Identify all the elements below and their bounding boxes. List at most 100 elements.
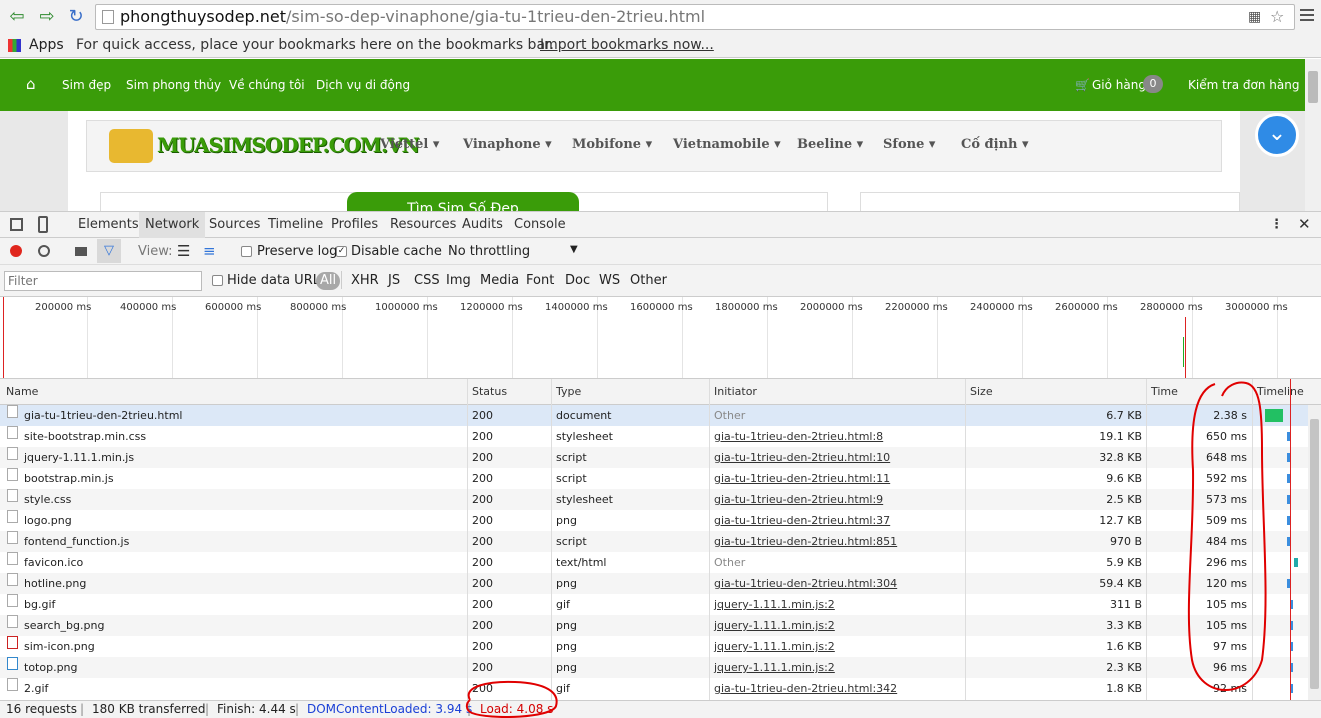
menu-vietnamobile[interactable]: Vietnamobile ▾ (673, 137, 781, 152)
menu-vinaphone[interactable]: Vinaphone ▾ (463, 137, 552, 152)
filter-input[interactable] (4, 271, 202, 291)
apps-link[interactable]: Apps (29, 34, 64, 56)
request-initiator[interactable]: gia-tu-1trieu-den-2trieu.html:11 (714, 468, 890, 489)
camera-icon[interactable] (75, 247, 87, 256)
menu-icon[interactable] (1300, 8, 1314, 22)
filter-xhr[interactable]: XHR (351, 273, 379, 288)
table-row[interactable]: bg.gif 200 gif jquery-1.11.1.min.js:2 311 B 1… (0, 594, 1321, 615)
tab-elements[interactable]: Elements (78, 217, 139, 232)
menu-viettel[interactable]: Viettel ▾ (380, 137, 439, 152)
tab-console[interactable]: Console (514, 217, 566, 232)
nav-dich-vu[interactable]: Dịch vụ di động (316, 78, 410, 92)
request-initiator[interactable]: jquery-1.11.1.min.js:2 (714, 594, 835, 615)
request-initiator[interactable]: gia-tu-1trieu-den-2trieu.html:851 (714, 531, 897, 552)
filter-icon[interactable]: ▽ (97, 239, 121, 263)
tab-resources[interactable]: Resources (390, 217, 456, 232)
table-row[interactable]: jquery-1.11.1.min.js 200 script gia-tu-1tri… (0, 447, 1321, 468)
request-initiator[interactable]: gia-tu-1trieu-den-2trieu.html:10 (714, 447, 890, 468)
nav-sim-phong-thuy[interactable]: Sim phong thủy (126, 78, 221, 92)
tab-sources[interactable]: Sources (209, 217, 260, 232)
table-row[interactable]: bootstrap.min.js 200 script gia-tu-1trieu-d… (0, 468, 1321, 489)
table-row[interactable]: totop.png 200 png jquery-1.11.1.min.js:2 2.3… (0, 657, 1321, 678)
device-mode-icon[interactable] (38, 216, 48, 233)
menu-co-dinh[interactable]: Cố định ▾ (961, 137, 1029, 152)
page-scrollbar-thumb[interactable] (1308, 71, 1318, 103)
filter-ws[interactable]: WS (599, 273, 620, 288)
throttling-dropdown-icon[interactable]: ▼ (570, 244, 578, 255)
table-row[interactable]: hotline.png 200 png gia-tu-1trieu-den-2trie… (0, 573, 1321, 594)
table-row[interactable]: search_bg.png 200 png jquery-1.11.1.min.js:… (0, 615, 1321, 636)
address-bar[interactable]: phongthuysodep.net/sim-so-dep-vinaphone/… (95, 4, 1295, 30)
disable-cache-checkbox[interactable]: ✓ (336, 246, 347, 257)
record-icon[interactable] (10, 245, 22, 257)
close-icon[interactable]: ✕ (1298, 215, 1311, 233)
table-row[interactable]: gia-tu-1trieu-den-2trieu.html 200 document… (0, 405, 1321, 426)
page-scrollbar[interactable] (1305, 59, 1321, 211)
table-row[interactable]: logo.png 200 png gia-tu-1trieu-den-2trieu.h… (0, 510, 1321, 531)
menu-beeline[interactable]: Beeline ▾ (797, 137, 863, 152)
table-row[interactable]: 2.gif 200 gif gia-tu-1trieu-den-2trieu.html… (0, 678, 1321, 699)
menu-mobifone[interactable]: Mobifone ▾ (572, 137, 652, 152)
large-rows-icon[interactable]: ☰ (177, 242, 190, 260)
inspect-icon[interactable] (10, 218, 23, 231)
request-initiator[interactable]: gia-tu-1trieu-den-2trieu.html:9 (714, 489, 883, 510)
filter-all[interactable]: All (316, 272, 341, 290)
filter-font[interactable]: Font (526, 273, 554, 288)
home-icon[interactable]: ⌂ (26, 75, 36, 93)
table-scrollbar-thumb[interactable] (1310, 419, 1319, 689)
table-row[interactable]: fontend_function.js 200 script gia-tu-1trie… (0, 531, 1321, 552)
order-check-link[interactable]: Kiểm tra đơn hàng (1188, 78, 1299, 92)
import-bookmarks-link[interactable]: Import bookmarks now... (540, 34, 714, 56)
filter-other[interactable]: Other (630, 273, 667, 288)
clear-icon[interactable] (38, 245, 50, 257)
col-name[interactable]: Name (6, 385, 38, 398)
apps-grid-icon[interactable] (8, 39, 21, 52)
filter-doc[interactable]: Doc (565, 273, 590, 288)
request-initiator[interactable]: gia-tu-1trieu-den-2trieu.html:37 (714, 510, 890, 531)
network-overview[interactable]: 200000 ms 400000 ms 600000 ms 800000 ms 1000… (0, 297, 1321, 379)
request-initiator[interactable]: jquery-1.11.1.min.js:2 (714, 615, 835, 636)
col-initiator[interactable]: Initiator (714, 385, 757, 398)
table-scrollbar[interactable] (1308, 405, 1321, 702)
col-status[interactable]: Status (472, 385, 507, 398)
cart-link[interactable]: Giỏ hàng (1092, 78, 1146, 92)
filter-js[interactable]: JS (388, 273, 400, 288)
tab-timeline[interactable]: Timeline (268, 217, 323, 232)
col-time[interactable]: Time (1151, 385, 1178, 398)
tab-network[interactable]: Network (139, 212, 206, 238)
tab-profiles[interactable]: Profiles (331, 217, 378, 232)
request-initiator[interactable]: gia-tu-1trieu-den-2trieu.html:304 (714, 573, 897, 594)
col-timeline[interactable]: Timeline (1257, 385, 1304, 398)
menu-sfone[interactable]: Sfone ▾ (883, 137, 935, 152)
table-row[interactable]: sim-icon.png 200 png jquery-1.11.1.min.js:2… (0, 636, 1321, 657)
nav-ve-chung-toi[interactable]: Về chúng tôi (229, 78, 305, 92)
request-initiator[interactable]: jquery-1.11.1.min.js:2 (714, 636, 835, 657)
table-row[interactable]: favicon.ico 200 text/html Other 5.9 KB 296 ms (0, 552, 1321, 573)
forward-arrow-icon[interactable]: ⇨ (36, 6, 58, 28)
cart-icon[interactable]: 🛒 (1075, 78, 1090, 92)
overview-icon[interactable]: ≡ (203, 242, 216, 260)
reload-icon[interactable]: ↻ (65, 6, 87, 28)
scroll-down-icon[interactable]: ⌄ (1255, 113, 1299, 157)
filter-img[interactable]: Img (446, 273, 471, 288)
preserve-log-checkbox[interactable] (241, 246, 252, 257)
throttling-select[interactable]: No throttling (448, 244, 530, 259)
request-initiator[interactable]: jquery-1.11.1.min.js:2 (714, 657, 835, 678)
filter-media[interactable]: Media (480, 273, 519, 288)
request-initiator[interactable]: gia-tu-1trieu-den-2trieu.html:8 (714, 426, 883, 447)
request-time: 296 ms (1206, 556, 1247, 569)
star-icon[interactable]: ☆ (1270, 5, 1284, 29)
translate-icon[interactable]: ▦ (1248, 5, 1261, 29)
request-initiator[interactable]: gia-tu-1trieu-den-2trieu.html:342 (714, 678, 897, 699)
tab-audits[interactable]: Audits (462, 217, 503, 232)
col-type[interactable]: Type (556, 385, 581, 398)
table-row[interactable]: style.css 200 stylesheet gia-tu-1trieu-den-… (0, 489, 1321, 510)
nav-sim-dep[interactable]: Sim đẹp (62, 78, 111, 92)
filter-css[interactable]: CSS (414, 273, 440, 288)
col-size[interactable]: Size (970, 385, 993, 398)
hide-data-urls-checkbox[interactable] (212, 275, 223, 286)
table-row[interactable]: site-bootstrap.min.css 200 stylesheet gia-t… (0, 426, 1321, 447)
back-arrow-icon[interactable]: ⇦ (6, 6, 28, 28)
devtools-menu-icon[interactable]: ⋮ (1270, 217, 1283, 232)
request-time: 105 ms (1206, 619, 1247, 632)
